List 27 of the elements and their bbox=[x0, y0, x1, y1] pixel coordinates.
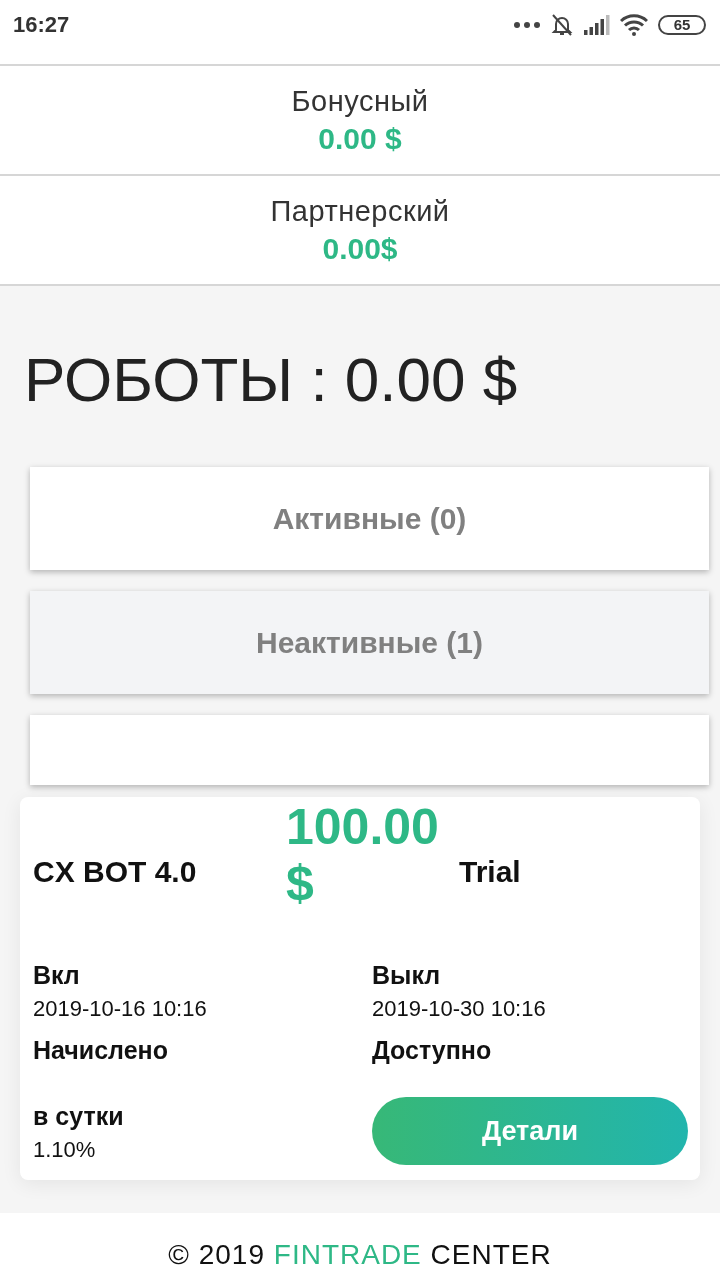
field-value: 2019-10-16 10:16 bbox=[33, 995, 208, 1023]
field-label: Доступно bbox=[372, 1035, 493, 1066]
copyright-text: © 2019 FINTRADE CENTER bbox=[167, 1238, 553, 1271]
more-dots-icon bbox=[514, 22, 540, 28]
bot-plan: Trial bbox=[459, 854, 522, 890]
balance-label: Партнерский bbox=[270, 194, 450, 228]
field-value: 2019-10-30 10:16 bbox=[372, 995, 547, 1023]
bot-price: 100.00 $ bbox=[286, 799, 440, 911]
details-button[interactable]: Детали bbox=[372, 1097, 688, 1165]
filter-tab[interactable]: Активные (0) bbox=[30, 467, 709, 570]
balance-label: Бонусный bbox=[291, 84, 429, 118]
robots-heading: РОБОТЫ : 0.00 $ bbox=[24, 344, 519, 416]
balance-amount: 0.00 $ bbox=[318, 122, 402, 156]
balance-amount: 0.00$ bbox=[322, 232, 398, 266]
site-link[interactable]: FINTRADE bbox=[273, 1239, 422, 1270]
bot-name: CX BOT 4.0 bbox=[33, 854, 198, 890]
field-label: Начислено bbox=[33, 1035, 169, 1066]
field-value: 1.10% bbox=[33, 1136, 97, 1164]
signal-icon bbox=[584, 15, 610, 35]
field-label: в сутки bbox=[33, 1101, 125, 1132]
status-time: 16:27 bbox=[13, 11, 70, 39]
field-label: Вкл bbox=[33, 960, 81, 991]
bell-off-icon bbox=[550, 13, 574, 37]
wifi-icon bbox=[620, 14, 648, 36]
battery-indicator: 65 bbox=[658, 15, 706, 35]
field-label: Выкл bbox=[372, 960, 442, 991]
filter-tab[interactable]: Неактивные (1) bbox=[30, 591, 709, 694]
